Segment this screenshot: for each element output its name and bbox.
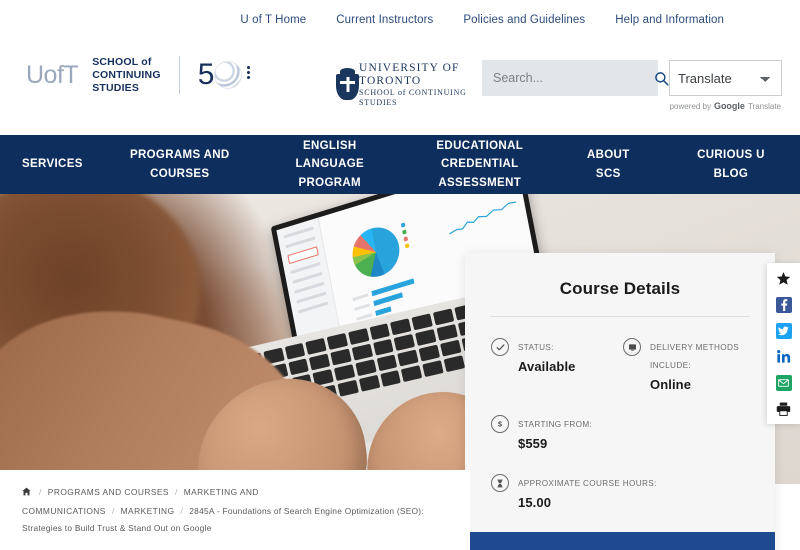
scs-line1: SCHOOL [92,56,139,68]
nav-item-educational-credential-assessment[interactable]: EDUCATIONAL CREDENTIAL ASSESSMENT [405,137,555,192]
print-icon[interactable] [775,400,792,417]
nav-item-services[interactable]: SERVICES [0,155,105,173]
detail-delivery-value: Online [650,377,692,392]
detail-price-value: $559 [518,436,548,451]
logo-divider [178,56,180,95]
svg-text:$: $ [498,421,502,429]
utility-link-help-and-information[interactable]: Help and Information [615,14,724,26]
main-navigation: SERVICES PROGRAMS AND COURSES ENGLISH LA… [0,135,800,194]
scs-line3: STUDIES [92,81,140,94]
detail-hours-label: APPROXIMATE COURSE HOURS: [518,479,657,488]
dollar-icon: $ [491,415,509,433]
facebook-icon[interactable] [775,296,792,313]
detail-delivery-methods: DELIVERY METHODS INCLUDE: Online [623,337,749,392]
detail-status-value: Available [518,359,576,374]
utility-nav: U of T Home Current Instructors Policies… [0,0,800,40]
dashboard-line-chart [449,201,517,235]
select-a-section-button[interactable]: SELECT A SECTION [465,532,775,550]
nav-item-programs-and-courses[interactable]: PROGRAMS AND COURSES [105,146,255,183]
hourglass-icon [491,474,509,492]
nav-item-about-scs[interactable]: ABOUT SCS [555,146,662,183]
anniversary-50-mark: 5 [197,58,251,92]
detail-starting-price: $ STARTING FROM: $559 [491,414,617,451]
utility-link-current-instructors[interactable]: Current Instructors [336,14,433,26]
nav-item-curious-u-blog[interactable]: CURIOUS U BLOG [662,146,800,183]
card-divider [491,316,749,317]
uoft-wordmark: UofT [26,60,79,89]
check-circle-icon [491,338,509,356]
gt-credit-prefix: powered by [669,102,711,111]
breadcrumb-separator: / [111,505,115,516]
crest-line2: SCHOOL of CONTINUING STUDIES [359,88,467,108]
scs-line2: CONTINUING [92,68,161,81]
site-header: UofT SCHOOL of CONTINUING STUDIES 5 UNIV… [0,40,800,135]
breadcrumb-item-marketing[interactable]: MARKETING [121,506,175,516]
breadcrumb-item-programs-and-courses[interactable]: PROGRAMS AND COURSES [48,487,169,497]
linkedin-icon[interactable] [775,348,792,365]
favorite-star-icon[interactable] [775,270,792,287]
page-root: U of T Home Current Instructors Policies… [0,0,800,550]
home-icon[interactable] [22,485,31,503]
utility-link-policies-and-guidelines[interactable]: Policies and Guidelines [463,14,585,26]
course-details-title: Course Details [559,279,681,298]
breadcrumb-separator: / [39,487,42,498]
gt-credit-suffix: Translate [747,102,781,111]
utility-link-uoft-home[interactable]: U of T Home [240,14,306,26]
breadcrumb: / PROGRAMS AND COURSES / MARKETING AND COMM… [0,470,470,550]
breadcrumb-separator: / [174,487,178,498]
google-translate-credit: powered by Google Translate [670,101,781,111]
scs-logo[interactable]: UofT SCHOOL of CONTINUING STUDIES 5 [26,56,251,95]
dashboard-pie-chart [348,221,404,283]
anniversary-digit: 5 [197,58,215,92]
scs-of: of [141,56,152,68]
gt-credit-brand: Google [713,101,745,111]
anniversary-ring-icon [214,61,251,90]
search-box[interactable] [482,60,669,96]
detail-price-label: STARTING FROM: [518,420,593,429]
course-details-card: Course Details STATUS: Available DELIVER… [465,253,775,550]
search-input[interactable] [493,71,654,85]
translate-select[interactable]: Translate [669,60,782,96]
crest-line1: UNIVERSITY OF TORONTO [359,62,460,88]
nav-item-english-language-program[interactable]: ENGLISH LANGUAGE PROGRAM [255,137,405,192]
search-icon[interactable] [654,71,669,86]
uoft-crest-icon [334,68,360,101]
detail-hours-value: 15.00 [518,495,552,510]
twitter-icon[interactable] [775,322,792,339]
scs-wordmark: SCHOOL of CONTINUING STUDIES [92,56,161,94]
social-share-rail [767,263,800,424]
monitor-icon [623,338,641,356]
course-details-list: STATUS: Available DELIVERY METHODS INCLU… [491,337,749,532]
detail-status-label: STATUS: [518,343,554,352]
search-and-translate: Translate powered by Google Translate [482,60,782,111]
email-icon[interactable] [775,374,792,391]
detail-status: STATUS: Available [491,337,617,392]
anniversary-dots-icon [247,66,251,80]
uoft-crest-block[interactable]: UNIVERSITY OF TORONTO SCHOOL of CONTINUI… [334,62,468,108]
breadcrumb-separator: / [180,505,184,516]
detail-course-hours: APPROXIMATE COURSE HOURS: 15.00 [491,473,749,510]
detail-delivery-label: DELIVERY METHODS INCLUDE: [650,343,740,370]
